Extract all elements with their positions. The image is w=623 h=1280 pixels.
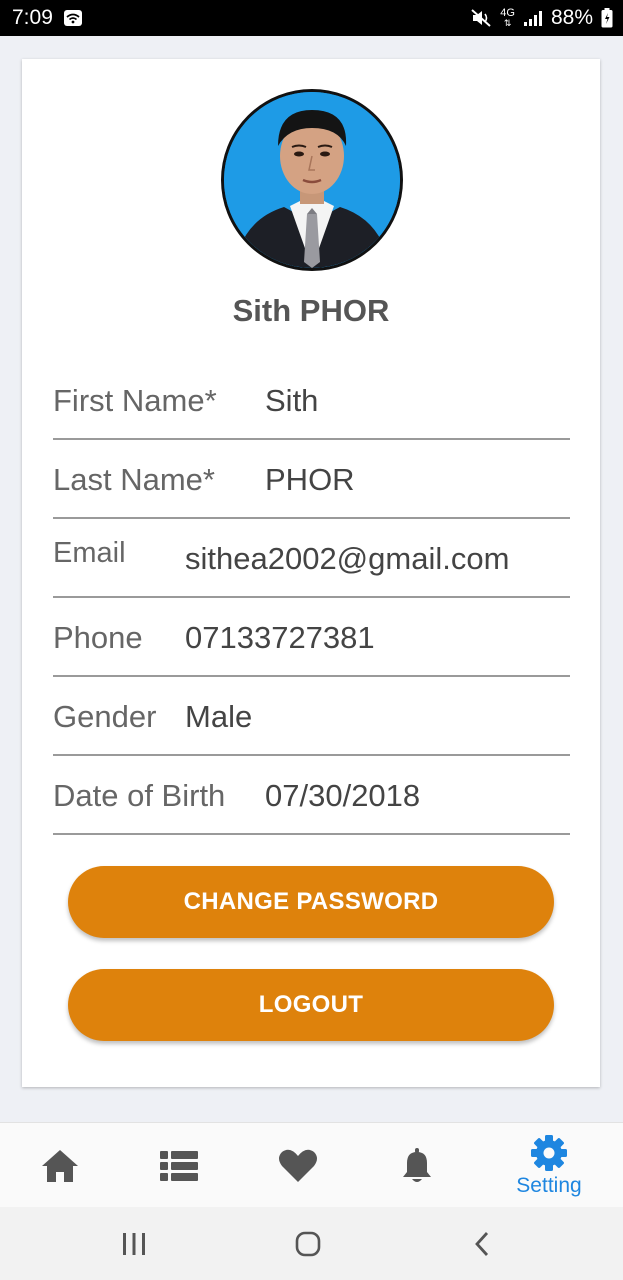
profile-name: Sith PHOR <box>232 293 390 328</box>
avatar[interactable] <box>221 89 403 271</box>
bell-icon <box>403 1147 431 1182</box>
back-icon <box>475 1232 489 1256</box>
email-label: Email <box>53 537 126 569</box>
phone-value[interactable]: 07133727381 <box>185 620 375 656</box>
logout-button[interactable]: LOGOUT <box>68 969 554 1041</box>
bottom-nav: Setting <box>0 1122 623 1207</box>
profile-photo <box>224 92 400 268</box>
date-of-birth-value[interactable]: 07/30/2018 <box>265 778 420 814</box>
nav-item-setting[interactable]: Setting <box>509 1123 589 1208</box>
email-field[interactable]: Email sithea2002@gmail.com <box>53 519 570 598</box>
nav-item-notifications[interactable] <box>377 1123 457 1208</box>
network-type: 4G ⇅ <box>500 7 515 29</box>
profile-card: Sith PHOR First Name* Sith Last Name* PH… <box>22 59 600 1087</box>
back-button[interactable] <box>462 1227 502 1261</box>
home-button[interactable] <box>288 1227 328 1261</box>
mute-icon <box>470 8 492 28</box>
heart-icon <box>279 1149 317 1182</box>
last-name-label: Last Name* <box>53 462 215 497</box>
phone-label: Phone <box>53 620 143 655</box>
wifi-hotspot-icon <box>63 9 83 27</box>
home-icon <box>42 1149 78 1182</box>
gear-icon <box>531 1134 567 1171</box>
status-bar: 7:09 4G ⇅ 88% <box>0 0 623 36</box>
last-name-value[interactable]: PHOR <box>265 462 355 498</box>
gender-label: Gender <box>53 699 157 734</box>
first-name-field[interactable]: First Name* Sith <box>53 361 570 440</box>
gender-field[interactable]: Gender Male <box>53 677 570 756</box>
home-circle-icon <box>295 1231 321 1257</box>
battery-percent: 88% <box>550 6 593 29</box>
recent-apps-icon <box>123 1233 145 1255</box>
date-of-birth-field[interactable]: Date of Birth 07/30/2018 <box>53 756 570 835</box>
recent-apps-button[interactable] <box>114 1227 154 1261</box>
last-name-field[interactable]: Last Name* PHOR <box>53 440 570 519</box>
nav-label-setting: Setting <box>516 1173 582 1197</box>
gender-value[interactable]: Male <box>185 699 252 735</box>
nav-item-list[interactable] <box>139 1123 219 1208</box>
nav-item-home[interactable] <box>20 1123 100 1208</box>
phone-field[interactable]: Phone 07133727381 <box>53 598 570 677</box>
system-nav-bar <box>0 1207 623 1280</box>
email-value[interactable]: sithea2002@gmail.com <box>185 541 509 577</box>
signal-icon <box>523 9 543 27</box>
status-time: 7:09 <box>12 6 53 29</box>
first-name-value[interactable]: Sith <box>265 383 318 419</box>
change-password-button[interactable]: CHANGE PASSWORD <box>68 866 554 938</box>
list-icon <box>160 1150 198 1181</box>
nav-item-favorites[interactable] <box>258 1123 338 1208</box>
battery-icon <box>601 8 613 28</box>
date-of-birth-label: Date of Birth <box>53 778 226 813</box>
first-name-label: First Name* <box>53 383 217 418</box>
